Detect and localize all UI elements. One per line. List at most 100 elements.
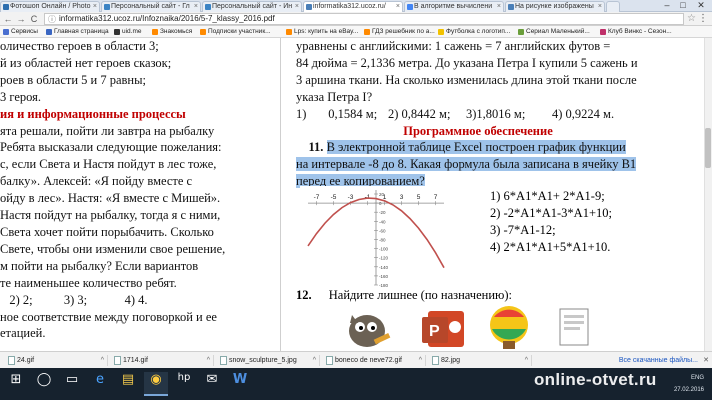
word-icon[interactable]: W xyxy=(228,372,252,396)
bookmark-znakomsya[interactable]: Знакомься xyxy=(152,28,192,36)
minimize-button[interactable]: – xyxy=(660,0,674,11)
tab-photoshop-online[interactable]: Фотошоп Онлайн / Photo × xyxy=(0,1,100,12)
bookmark-icon xyxy=(286,29,292,35)
tab-label: Фотошоп Онлайн / Photo xyxy=(10,3,91,10)
bookmark-services[interactable]: Сервисы xyxy=(3,28,38,36)
browser-tab-strip: Фотошоп Онлайн / Photo × Персональный са… xyxy=(0,0,712,12)
text-line: 3 аршина ткани. На сколько изменилась дл… xyxy=(296,72,637,87)
paint-balloon-icon xyxy=(490,306,528,349)
task-view-icon[interactable]: ▭ xyxy=(60,372,84,396)
close-icon[interactable]: × xyxy=(396,2,400,12)
download-item[interactable]: 82.jpg ^ xyxy=(432,355,532,366)
tab-google-search[interactable]: В алгоритме вычислени × xyxy=(404,1,504,12)
text-line: 3 героя. xyxy=(0,89,42,104)
close-icon[interactable]: × xyxy=(295,2,299,12)
url-input[interactable]: ⓘ informatika312.ucoz.ru/Infoznaika/2016… xyxy=(44,13,684,25)
section-heading: ия и информационные процессы xyxy=(0,106,186,121)
question-number: 12. xyxy=(296,288,312,302)
bookmark-lps-ebay[interactable]: Lps: купить на eBay... xyxy=(286,28,358,36)
system-tray[interactable]: ENG 27.02.2016 xyxy=(674,372,704,396)
section-heading: Программное обеспечение xyxy=(403,123,553,138)
bookmark-gdz[interactable]: ГДЗ решебник по а... xyxy=(364,28,435,36)
tab-image-question[interactable]: На рисунке изображены × xyxy=(505,1,605,12)
question-number: 11. xyxy=(308,140,324,155)
chevron-up-icon[interactable]: ^ xyxy=(101,355,104,366)
pdf-viewer[interactable]: оличество героев в области 3; й из облас… xyxy=(0,38,712,351)
chevron-up-icon[interactable]: ^ xyxy=(419,355,422,366)
mail-icon[interactable]: ✉ xyxy=(200,372,224,396)
close-icon[interactable]: ✕ xyxy=(703,355,709,366)
bookmark-serial[interactable]: Сериал Маленький... xyxy=(518,28,590,36)
chevron-up-icon[interactable]: ^ xyxy=(525,355,528,366)
y-tick-label: -160 xyxy=(379,274,389,279)
selected-text[interactable]: на интервале -8 до 8. Какая формула была… xyxy=(296,157,637,172)
bookmark-tshirt[interactable]: Футболка с логотип... xyxy=(438,28,510,36)
close-icon[interactable]: × xyxy=(93,2,97,12)
language-indicator[interactable]: ENG xyxy=(674,372,704,384)
question-11-line: на интервале -8 до 8. Какая формула была… xyxy=(296,156,706,173)
back-button[interactable]: ← xyxy=(3,14,13,24)
bookmark-home[interactable]: Главная страница xyxy=(46,28,109,36)
tab-informatika-pdf[interactable]: informatika312.ucoz.ru/ × xyxy=(303,1,403,12)
bookmark-winx[interactable]: Клуб Винкс - Сезон... xyxy=(600,28,672,36)
file-explorer-icon[interactable]: ▤ xyxy=(116,372,140,396)
download-item[interactable]: 24.gif ^ xyxy=(8,355,108,366)
reload-button[interactable]: C xyxy=(29,14,39,24)
y-tick-label: -80 xyxy=(379,238,386,243)
answer-options-line: 2) 2; 3) 3; 4) 4. xyxy=(0,292,148,307)
answer-option: 4) 0,9224 м. xyxy=(552,106,615,121)
close-icon[interactable]: × xyxy=(497,2,501,12)
file-icon xyxy=(114,356,121,365)
tab-favicon xyxy=(104,4,110,10)
tab-favicon xyxy=(306,4,312,10)
tab-personal-site-main[interactable]: Персональный сайт - Гл × xyxy=(101,1,201,12)
download-filename: 1714.gif xyxy=(123,357,148,364)
address-bar-row: ← → C ⓘ informatika312.ucoz.ru/Infoznaik… xyxy=(0,12,712,26)
bookmark-uidme[interactable]: uid.me xyxy=(114,28,142,36)
text-line: ята решали, пойти ли завтра на рыбалку xyxy=(0,123,215,138)
chevron-up-icon[interactable]: ^ xyxy=(207,355,210,366)
answer-options-line: 1) 0,1584 м; 2) 0,8442 м; 3)1,8016 м; 4) 0,… xyxy=(296,106,706,123)
vertical-scrollbar[interactable] xyxy=(704,38,712,351)
tab-label: На рисунке изображены xyxy=(515,3,594,10)
download-item[interactable]: snow_sculpture_5.jpg ^ xyxy=(220,355,320,366)
all-downloads-link[interactable]: Все скачанные файлы... xyxy=(619,355,698,366)
google-icon xyxy=(407,4,413,10)
tab-personal-site-inf[interactable]: Персональный сайт - Ин × xyxy=(202,1,302,12)
chevron-up-icon[interactable]: ^ xyxy=(313,355,316,366)
hp-icon[interactable]: hp xyxy=(172,372,196,396)
bookmark-subscriptions[interactable]: Подписки участник... xyxy=(200,28,271,36)
tab-favicon xyxy=(508,4,514,10)
chrome-icon[interactable]: ◉ xyxy=(144,372,168,396)
download-filename: snow_sculpture_5.jpg xyxy=(229,357,297,364)
close-window-button[interactable]: ✕ xyxy=(694,0,708,11)
close-icon[interactable]: × xyxy=(194,2,198,12)
scrollbar-thumb[interactable] xyxy=(705,128,711,168)
bookmark-star-icon[interactable]: ☆ xyxy=(687,13,696,24)
download-item[interactable]: 1714.gif ^ xyxy=(114,355,214,366)
download-filename: 82.jpg xyxy=(441,357,461,364)
y-tick-label: -120 xyxy=(379,256,389,261)
text-line: ойду в лес». Настя: «Я вместе с Мишей». xyxy=(0,191,221,206)
x-tick-label: 7 xyxy=(434,194,438,201)
x-tick-label: -3 xyxy=(348,194,354,201)
selected-text[interactable]: В электронной таблице Excel построен гра… xyxy=(326,140,626,155)
edge-browser-icon[interactable]: e xyxy=(88,372,112,396)
bookmark-label: Подписки участник... xyxy=(208,28,271,35)
download-item[interactable]: boneco de neve72.gif ^ xyxy=(326,355,426,366)
bookmark-label: uid.me xyxy=(122,28,142,35)
page-info-icon[interactable]: ⓘ xyxy=(48,15,56,25)
bookmark-icon xyxy=(518,29,524,35)
text-line: роев в области 5 и 7 равны; xyxy=(0,72,146,87)
forward-button[interactable]: → xyxy=(16,14,26,24)
search-icon[interactable]: ◯ xyxy=(32,372,56,396)
start-button-icon[interactable]: ⊞ xyxy=(4,372,28,396)
clock-date[interactable]: 27.02.2016 xyxy=(674,384,704,396)
browser-menu-icon[interactable]: ⋮ xyxy=(698,13,708,24)
new-tab-button[interactable] xyxy=(606,1,620,12)
maximize-button[interactable]: □ xyxy=(676,0,690,11)
tab-label: informatika312.ucoz.ru/ xyxy=(313,3,386,10)
close-icon[interactable]: × xyxy=(598,2,602,12)
text-line: оличество героев в области 3; xyxy=(0,39,159,53)
powerpoint-icon: P xyxy=(422,311,464,347)
